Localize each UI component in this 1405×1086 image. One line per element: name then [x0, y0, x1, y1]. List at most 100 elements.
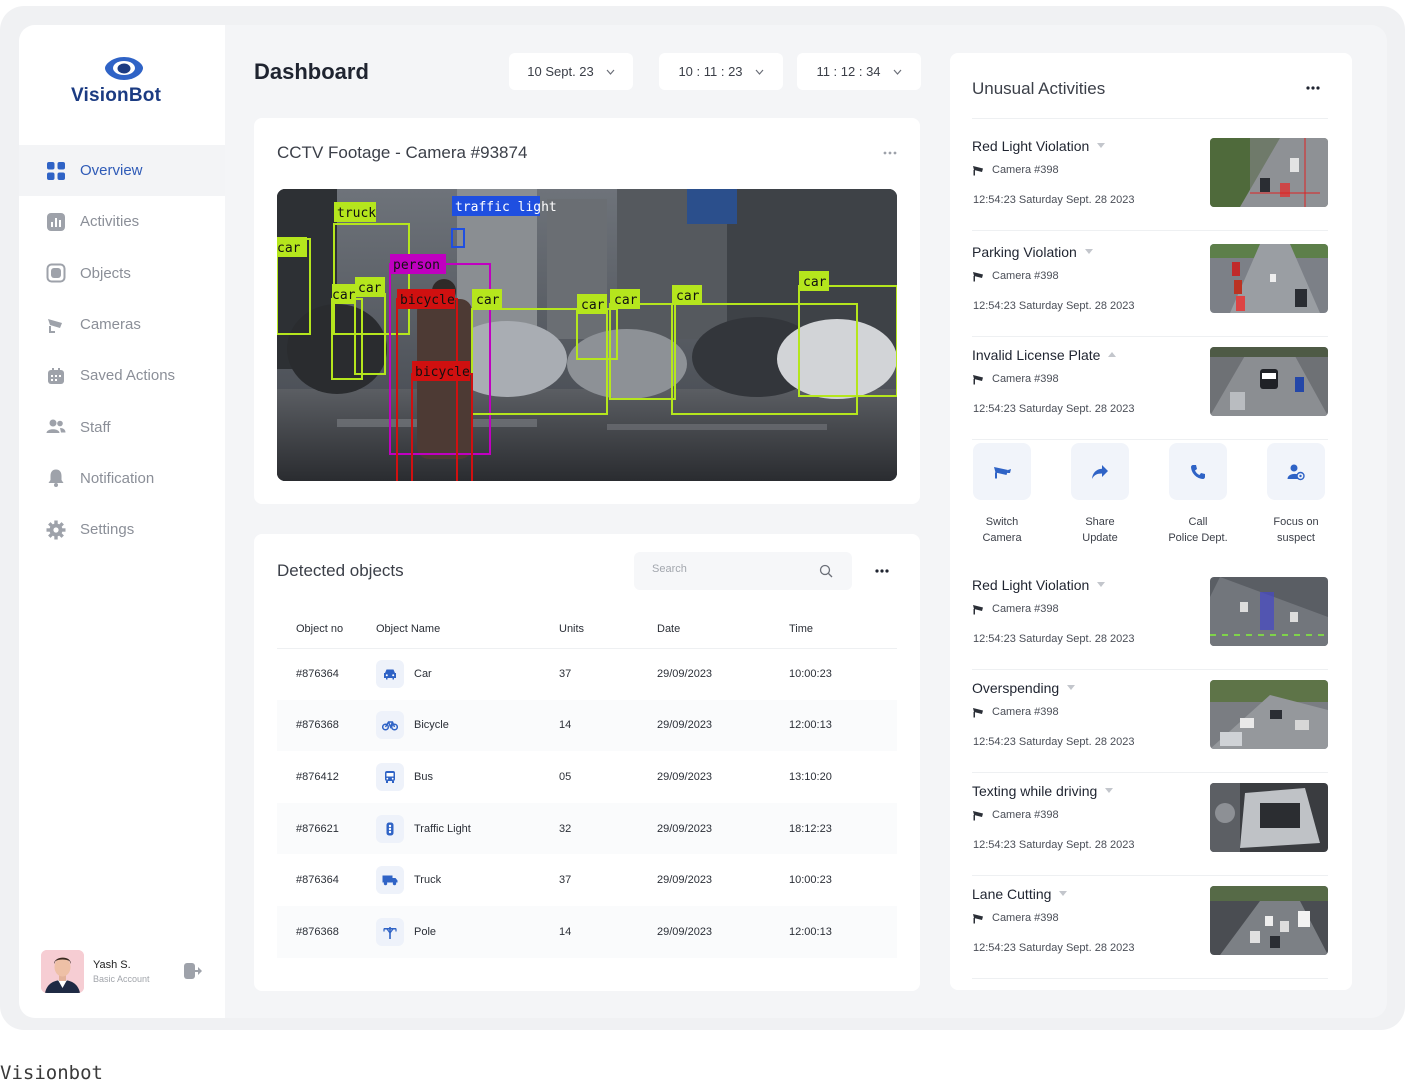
switch-camera-button[interactable]: Switch Camera: [972, 443, 1032, 546]
sidebar-item-saved-actions[interactable]: Saved Actions: [19, 350, 225, 401]
column-header[interactable]: Object Name: [376, 610, 559, 649]
cctv-footage-video[interactable]: truck traffic light car person car car b…: [277, 189, 897, 481]
column-header[interactable]: Time: [789, 610, 897, 649]
cctv-camera-icon: [973, 165, 983, 175]
sidebar-item-overview[interactable]: Overview: [19, 145, 225, 197]
activity-item[interactable]: Texting while driving Camera #398 12:54:…: [972, 773, 1328, 876]
share-update-button[interactable]: Share Update: [1070, 443, 1130, 546]
action-label: Switch: [985, 516, 1019, 528]
search-input[interactable]: [652, 563, 802, 575]
cctv-camera-icon: [973, 271, 983, 281]
activity-timestamp: 12:54:23 Saturday Sept. 28 2023: [973, 839, 1135, 851]
bell-icon: [46, 468, 66, 488]
more-options-icon[interactable]: [882, 150, 898, 156]
object-name-cell: Bicycle: [376, 711, 559, 740]
logout-icon[interactable]: [183, 961, 203, 981]
caret-down-icon[interactable]: [1097, 582, 1106, 588]
activity-timestamp: 12:54:23 Saturday Sept. 28 2023: [973, 403, 1135, 415]
object-date: 29/09/2023: [657, 668, 713, 681]
table-row[interactable]: #876412 Bus 05 29/09/2023 13:10:20: [277, 751, 897, 803]
activity-title: Overspending: [972, 680, 1060, 696]
caret-down-icon[interactable]: [1084, 249, 1093, 255]
activity-thumbnail[interactable]: [1210, 347, 1328, 416]
table-header-row: Object no Object Name Units Date Time: [277, 610, 897, 649]
user-role: Basic Account: [93, 973, 150, 984]
object-units: 14: [559, 699, 657, 752]
app-frame: VisionBot Overview Activities Objects Ca…: [0, 6, 1405, 1030]
sidebar-item-label: Cameras: [80, 316, 141, 334]
sidebar-item-notification[interactable]: Notification: [19, 453, 225, 504]
action-label: Police Dept.: [1168, 532, 1228, 544]
table-row[interactable]: #876621 Traffic Light 32 29/09/2023 18:1…: [277, 802, 897, 855]
cctv-camera-icon: [973, 913, 983, 923]
more-options-icon[interactable]: [874, 568, 890, 574]
search-box[interactable]: [634, 552, 852, 590]
brand-logo[interactable]: VisionBot: [69, 55, 179, 106]
activity-camera: Camera #398: [992, 706, 1059, 718]
cctv-camera-icon: [973, 604, 983, 614]
table-row[interactable]: #876364 Car 37 29/09/2023 10:00:23: [277, 648, 897, 700]
activity-thumbnail[interactable]: [1210, 680, 1328, 749]
objects-icon: [46, 263, 66, 283]
caret-down-icon[interactable]: [1067, 685, 1076, 691]
date-select-value: 10 Sept. 23: [527, 64, 594, 79]
caret-down-icon[interactable]: [1105, 788, 1114, 794]
car-icon: [376, 660, 404, 689]
activity-thumbnail[interactable]: [1210, 577, 1328, 646]
calendar-icon: [46, 366, 66, 386]
activity-timestamp: 12:54:23 Saturday Sept. 28 2023: [973, 633, 1135, 645]
activity-camera: Camera #398: [992, 809, 1059, 821]
time-to-select[interactable]: 11 : 12 : 34: [797, 53, 921, 90]
grid-icon: [46, 161, 66, 181]
activity-item[interactable]: Parking Violation Camera #398 12:54:23 S…: [972, 234, 1328, 337]
activity-item[interactable]: Invalid License Plate Camera #398 12:54:…: [972, 337, 1328, 440]
activity-item[interactable]: Red Light Violation Camera #398 12:54:23…: [972, 567, 1328, 670]
sidebar-nav: Overview Activities Objects Cameras Save…: [19, 145, 225, 555]
activity-thumbnail[interactable]: [1210, 783, 1328, 852]
caret-up-icon[interactable]: [1108, 352, 1117, 358]
detection-label: person: [393, 258, 440, 273]
sidebar-item-cameras[interactable]: Cameras: [19, 299, 225, 350]
activity-title: Lane Cutting: [972, 886, 1052, 902]
activity-item[interactable]: Lane Cutting Camera #398 12:54:23 Saturd…: [972, 876, 1328, 979]
search-icon[interactable]: [819, 564, 833, 578]
image-caption: Visionbot: [0, 1062, 103, 1084]
share-icon: [1092, 464, 1108, 479]
cctv-camera-icon: [973, 374, 983, 384]
column-header[interactable]: Units: [559, 610, 657, 649]
call-police-button[interactable]: Call Police Dept.: [1168, 443, 1228, 546]
truck-icon: [376, 866, 404, 895]
sidebar-item-settings[interactable]: Settings: [19, 504, 225, 555]
activity-timestamp: 12:54:23 Saturday Sept. 28 2023: [973, 194, 1135, 206]
activity-thumbnail[interactable]: [1210, 886, 1328, 955]
object-name: Bus: [414, 770, 433, 783]
phone-icon: [1191, 464, 1205, 479]
object-no: #876364: [296, 874, 339, 887]
object-time: 12:00:13: [789, 699, 897, 752]
sidebar-item-objects[interactable]: Objects: [19, 248, 225, 299]
sidebar-item-label: Staff: [80, 418, 111, 436]
detected-objects-title: Detected objects: [277, 561, 404, 580]
caret-down-icon[interactable]: [1097, 143, 1106, 149]
activity-thumbnail[interactable]: [1210, 138, 1328, 207]
date-select[interactable]: 10 Sept. 23: [509, 53, 633, 90]
user-profile[interactable]: Yash S. Basic Account: [41, 949, 211, 993]
table-row[interactable]: #876368 Pole 14 29/09/2023 12:00:13: [277, 905, 897, 958]
activity-title: Parking Violation: [972, 244, 1077, 260]
column-header[interactable]: Date: [657, 610, 789, 649]
table-row[interactable]: #876364 Truck 37 29/09/2023 10:00:23: [277, 854, 897, 906]
sidebar-item-activities[interactable]: Activities: [19, 196, 225, 247]
sidebar-item-staff[interactable]: Staff: [19, 401, 225, 452]
user-info: Yash S. Basic Account: [93, 959, 150, 984]
table-row[interactable]: #876368 Bicycle 14 29/09/2023 12:00:13: [277, 699, 897, 752]
column-header[interactable]: Object no: [277, 610, 376, 649]
time-from-select[interactable]: 10 : 11 : 23: [659, 53, 783, 90]
activity-item[interactable]: Overspending Camera #398 12:54:23 Saturd…: [972, 670, 1328, 773]
activity-thumbnail[interactable]: [1210, 244, 1328, 313]
object-no: #876621: [277, 802, 376, 855]
activity-item[interactable]: Red Light Violation Camera #398 12:54:23…: [972, 128, 1328, 231]
time-from-value: 10 : 11 : 23: [678, 64, 743, 79]
more-options-icon[interactable]: [1305, 85, 1321, 91]
focus-suspect-button[interactable]: Focus on suspect: [1266, 443, 1326, 546]
caret-down-icon[interactable]: [1059, 891, 1068, 897]
